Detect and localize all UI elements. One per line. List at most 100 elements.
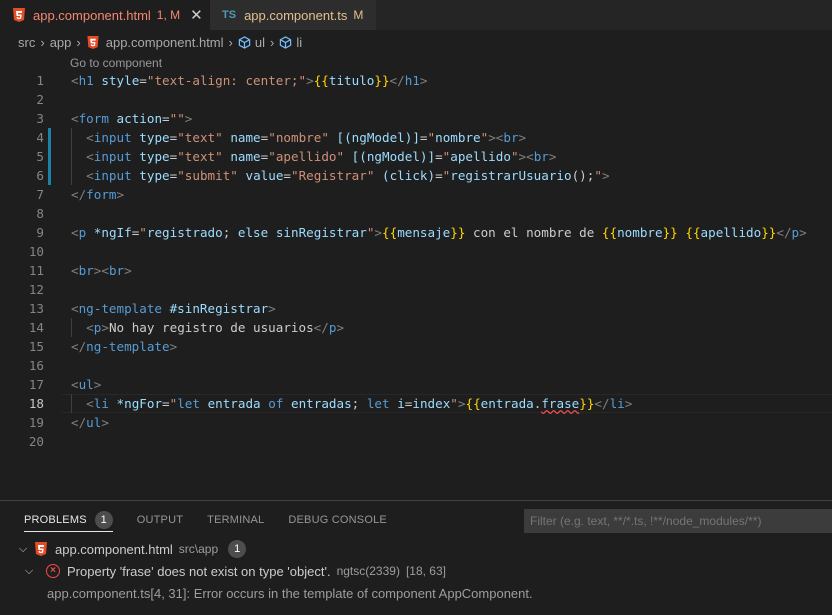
close-icon[interactable]: ✕ <box>190 8 203 23</box>
typescript-icon: TS <box>222 9 237 21</box>
line-number: 6 <box>36 168 44 183</box>
code-line[interactable]: 1 <h1 style="text-align: center;">{{titul… <box>0 71 832 90</box>
line-content: <p>No hay registro de usuarios</p> <box>86 320 345 335</box>
line-content: <ul> <box>71 377 102 392</box>
html5-icon <box>35 542 47 556</box>
bottom-panel: PROBLEMS 1 OUTPUT TERMINAL DEBUG CONSOLE… <box>0 500 832 615</box>
codelens-go-to-component[interactable]: Go to component <box>70 56 162 70</box>
code-line[interactable]: 6 <input type="submit" value="Registrar"… <box>0 166 832 185</box>
code-line[interactable]: 13 <ng-template #sinRegistrar> <box>0 299 832 318</box>
code-line[interactable]: 4 <input type="text" name="nombre" [(ngM… <box>0 128 832 147</box>
tab-status: M <box>353 8 364 22</box>
code-line[interactable]: 19 </ul> <box>0 413 832 432</box>
chevron-right-icon: › <box>40 34 45 50</box>
chevron-right-icon: › <box>76 34 81 50</box>
problem-related-row[interactable]: app.component.ts[4, 31]: Error occurs in… <box>0 582 832 604</box>
problem-file-row[interactable]: ⌵ app.component.html src\app 1 <box>0 538 832 560</box>
git-modified-marker <box>48 147 51 166</box>
code-line[interactable]: 10 <box>0 242 832 261</box>
code-line[interactable]: 8 <box>0 204 832 223</box>
chevron-right-icon: › <box>270 34 275 50</box>
line-content: <h1 style="text-align: center;">{{titulo… <box>71 73 428 88</box>
tab-status: 1, M <box>156 8 181 22</box>
tab-terminal[interactable]: TERMINAL <box>207 501 264 539</box>
breadcrumb-item-li[interactable]: li <box>296 35 302 50</box>
error-squiggle[interactable]: frase <box>541 396 579 411</box>
tab-app-component-ts[interactable]: TS app.component.ts M <box>210 0 376 30</box>
error-icon: × <box>46 564 60 578</box>
line-content: <br><br> <box>71 263 132 278</box>
line-number: 1 <box>36 73 44 88</box>
breadcrumb-item-ul[interactable]: ul <box>255 35 265 50</box>
git-modified-marker <box>48 166 51 185</box>
line-number: 17 <box>28 377 44 392</box>
element-icon <box>238 35 251 49</box>
html5-icon <box>13 8 25 22</box>
line-number: 11 <box>28 263 44 278</box>
line-content: <input type="text" name="apellido" [(ngM… <box>86 149 557 164</box>
code-line[interactable]: 2 <box>0 90 832 109</box>
line-number: 19 <box>28 415 44 430</box>
problem-error-row[interactable]: ⌵ × Property 'frase' does not exist on t… <box>0 560 832 582</box>
line-number: 20 <box>28 434 44 449</box>
tab-debug-console[interactable]: DEBUG CONSOLE <box>288 501 387 539</box>
line-number: 5 <box>36 149 44 164</box>
line-content: <input type="submit" value="Registrar" (… <box>86 168 610 183</box>
line-content: <input type="text" name="nombre" [(ngMod… <box>86 130 527 145</box>
breadcrumb-item-src[interactable]: src <box>18 35 35 50</box>
code-line[interactable]: 15 </ng-template> <box>0 337 832 356</box>
line-number: 16 <box>28 358 44 373</box>
error-message: Property 'frase' does not exist on type … <box>67 563 331 579</box>
breadcrumb: src › app › app.component.html › ul › li <box>0 30 832 54</box>
tab-label: DEBUG CONSOLE <box>288 514 387 526</box>
line-content: <p *ngIf="registrado; else sinRegistrar"… <box>71 225 807 240</box>
code-line-current[interactable]: 18 <li *ngFor="let entrada of entradas; … <box>0 394 832 413</box>
problems-count-badge: 1 <box>94 511 113 529</box>
line-number: 8 <box>36 206 44 221</box>
code-line[interactable]: 7 </form> <box>0 185 832 204</box>
line-number: 14 <box>28 320 44 335</box>
tab-label: TERMINAL <box>207 514 265 526</box>
line-number: 7 <box>36 187 44 202</box>
problem-file-path: src\app <box>178 542 219 556</box>
tab-label: app.component.ts <box>244 7 348 23</box>
line-number: 10 <box>28 244 44 259</box>
code-line[interactable]: 12 <box>0 280 832 299</box>
element-icon <box>280 35 292 49</box>
line-content: <ng-template #sinRegistrar> <box>71 301 276 316</box>
tab-output[interactable]: OUTPUT <box>137 501 183 539</box>
tab-label: OUTPUT <box>136 514 184 526</box>
tab-app-component-html[interactable]: app.component.html 1, M ✕ <box>0 0 210 30</box>
problems-filter-input[interactable] <box>524 509 832 533</box>
code-line[interactable]: 9 <p *ngIf="registrado; else sinRegistrar… <box>0 223 832 242</box>
chevron-down-icon[interactable]: ⌵ <box>16 543 30 556</box>
line-content: </ng-template> <box>71 339 178 354</box>
problem-file-count-badge: 1 <box>228 540 247 558</box>
code-line[interactable]: 5 <input type="text" name="apellido" [(n… <box>0 147 832 166</box>
breadcrumb-item-file[interactable]: app.component.html <box>106 35 224 50</box>
panel-tabs: PROBLEMS 1 OUTPUT TERMINAL DEBUG CONSOLE <box>0 501 411 539</box>
code-line[interactable]: 20 <box>0 432 832 451</box>
line-number: 13 <box>28 301 44 316</box>
line-number: 3 <box>36 111 44 126</box>
line-number: 18 <box>28 396 44 411</box>
code-line[interactable]: 16 <box>0 356 832 375</box>
code-line[interactable]: 14 <p>No hay registro de usuarios</p> <box>0 318 832 337</box>
code-line[interactable]: 11 <br><br> <box>0 261 832 280</box>
code-line[interactable]: 17 <ul> <box>0 375 832 394</box>
tab-problems[interactable]: PROBLEMS 1 <box>24 501 113 539</box>
code-editor[interactable]: Go to component 1 <h1 style="text-align: … <box>0 54 832 500</box>
line-number: 12 <box>28 282 44 297</box>
code-line[interactable]: 3 <form action=""> <box>0 109 832 128</box>
line-number: 9 <box>36 225 44 240</box>
problem-file-name: app.component.html <box>55 541 173 557</box>
line-content: <li *ngFor="let entrada of entradas; let… <box>86 396 633 411</box>
breadcrumb-item-app[interactable]: app <box>50 35 72 50</box>
related-info: app.component.ts[4, 31]: Error occurs in… <box>47 585 533 601</box>
line-number: 2 <box>36 92 44 107</box>
line-content: </ul> <box>71 415 109 430</box>
tab-label: PROBLEMS <box>24 514 87 526</box>
chevron-down-icon[interactable]: ⌵ <box>22 565 36 578</box>
git-modified-marker <box>48 128 51 147</box>
chevron-right-icon: › <box>228 34 233 50</box>
